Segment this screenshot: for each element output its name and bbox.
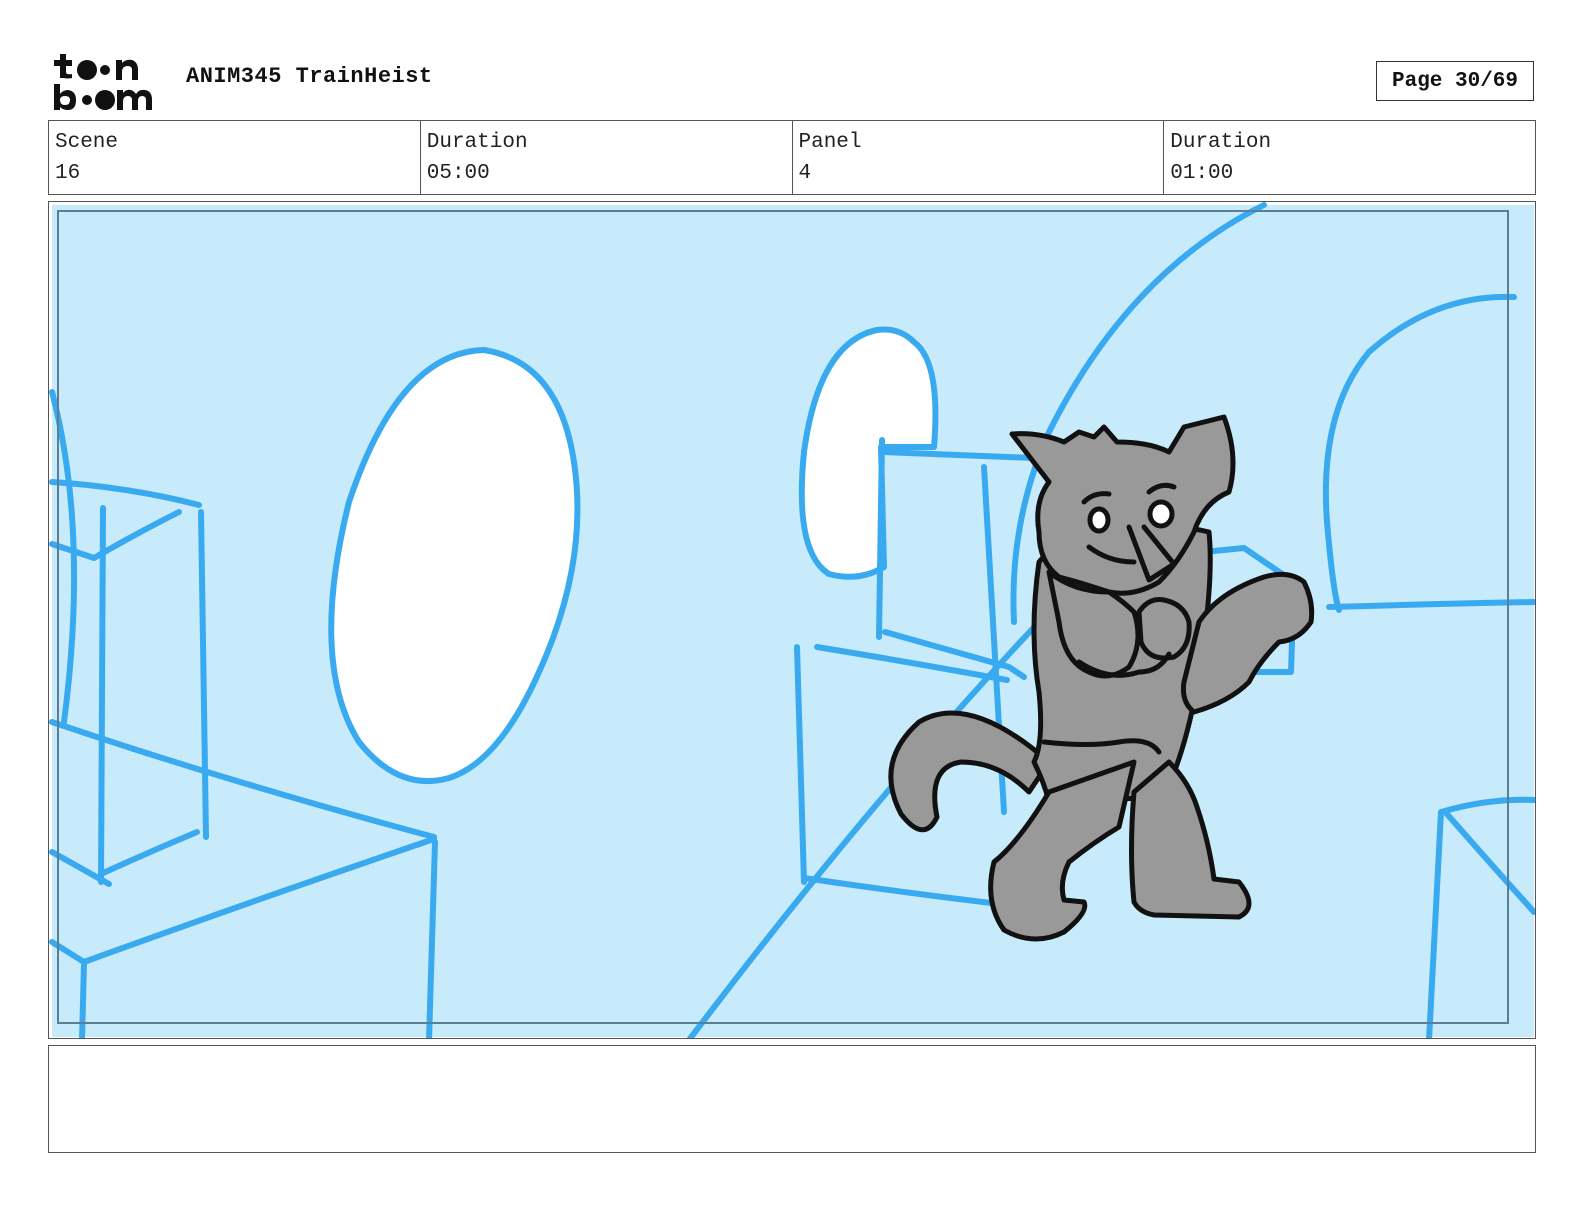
scene-cell: Scene 16 (49, 121, 421, 194)
panel-drawing (49, 202, 1535, 1038)
page-indicator: Page 30/69 (1376, 61, 1534, 101)
panel-notes[interactable] (48, 1045, 1536, 1153)
panel-duration-label: Duration (1170, 131, 1272, 154)
panel-duration-value[interactable]: 01:00 (1170, 158, 1529, 189)
scene-duration-value[interactable]: 05:00 (427, 158, 786, 189)
scene-duration-cell: Duration 05:00 (421, 121, 793, 194)
panel-duration-cell: Duration 01:00 (1164, 121, 1535, 194)
notes-text (49, 1046, 1535, 1062)
toonboom-logo: toonboom (54, 54, 152, 110)
panel-label: Panel (798, 131, 862, 154)
panel-value[interactable]: 4 (799, 158, 1158, 189)
panel-cell: Panel 4 (793, 121, 1165, 194)
storyboard-panel[interactable] (48, 201, 1536, 1039)
scene-value[interactable]: 16 (55, 158, 414, 189)
scene-label: Scene (55, 131, 119, 154)
scene-info-table: Scene 16 Duration 05:00 Panel 4 Duration… (48, 120, 1536, 195)
scene-duration-label: Duration (426, 131, 528, 154)
project-title: ANIM345 TrainHeist (186, 64, 433, 89)
